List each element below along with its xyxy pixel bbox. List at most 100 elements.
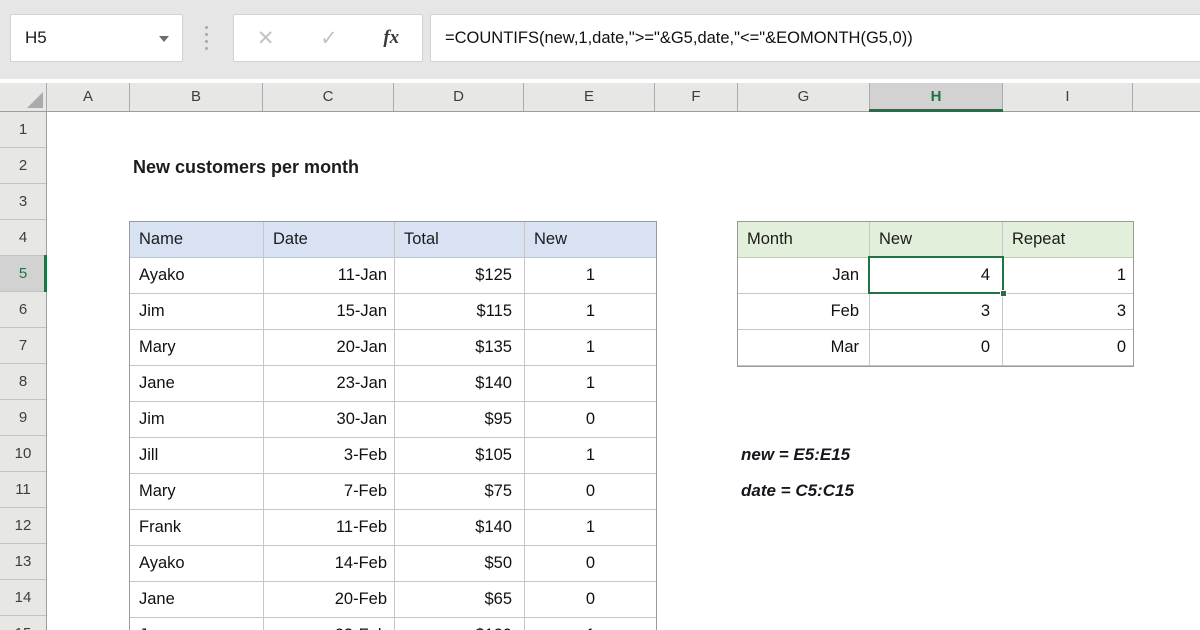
row-header-6[interactable]: 6 [0,292,46,328]
row-header-13[interactable]: 13 [0,544,46,580]
cell-D12[interactable]: $140 [395,510,525,546]
cell-I4[interactable]: Repeat [1003,222,1133,258]
table-row: Mary7-Feb$750 [130,474,656,510]
row-header-15[interactable]: 15 [0,616,46,630]
row-header-4[interactable]: 4 [0,220,46,256]
cell-D15[interactable]: $120 [395,618,525,630]
column-header-I[interactable]: I [1003,83,1133,111]
cell-G5[interactable]: Jan [738,258,870,294]
row-header-5[interactable]: 5 [0,256,46,292]
cell-E13[interactable]: 0 [525,546,656,582]
formula-bar-grip-icon[interactable] [205,26,208,50]
cell-D8[interactable]: $140 [395,366,525,402]
cell-B5[interactable]: Ayako [130,258,264,294]
named-range-note-new: new = E5:E15 [741,437,850,473]
cell-D5[interactable]: $125 [395,258,525,294]
row-header-14[interactable]: 14 [0,580,46,616]
cell-C8[interactable]: 23-Jan [264,366,395,402]
customer-table-header-row: NameDateTotalNew [130,222,656,258]
cell-B9[interactable]: Jim [130,402,264,438]
cell-C6[interactable]: 15-Jan [264,294,395,330]
row-header-2[interactable]: 2 [0,148,46,184]
cell-I5[interactable]: 1 [1003,258,1133,294]
cell-B4[interactable]: Name [130,222,264,258]
table-row: Jim30-Jan$950 [130,402,656,438]
cell-B8[interactable]: Jane [130,366,264,402]
name-box[interactable]: H5 [10,14,183,62]
cell-E7[interactable]: 1 [525,330,656,366]
cell-I7[interactable]: 0 [1003,330,1133,366]
cell-D4[interactable]: Total [395,222,525,258]
row-header-11[interactable]: 11 [0,472,46,508]
cell-E8[interactable]: 1 [525,366,656,402]
column-header-D[interactable]: D [394,83,524,111]
cell-G6[interactable]: Feb [738,294,870,330]
cell-B15[interactable]: Jesse [130,618,264,630]
cell-C11[interactable]: 7-Feb [264,474,395,510]
formula-text: =COUNTIFS(new,1,date,">="&G5,date,"<="&E… [445,15,913,61]
column-header-A[interactable]: A [47,83,130,111]
cell-D6[interactable]: $115 [395,294,525,330]
cell-E14[interactable]: 0 [525,582,656,618]
formula-bar[interactable]: =COUNTIFS(new,1,date,">="&G5,date,"<="&E… [430,14,1200,62]
column-header-C[interactable]: C [263,83,394,111]
cell-C5[interactable]: 11-Jan [264,258,395,294]
cell-C9[interactable]: 30-Jan [264,402,395,438]
cell-C10[interactable]: 3-Feb [264,438,395,474]
column-header-F[interactable]: F [655,83,738,111]
cell-E5[interactable]: 1 [525,258,656,294]
cell-C15[interactable]: 23-Feb [264,618,395,630]
cell-C13[interactable]: 14-Feb [264,546,395,582]
cell-G7[interactable]: Mar [738,330,870,366]
cell-E6[interactable]: 1 [525,294,656,330]
row-header-3[interactable]: 3 [0,184,46,220]
row-header-8[interactable]: 8 [0,364,46,400]
cell-I6[interactable]: 3 [1003,294,1133,330]
cell-E4[interactable]: New [525,222,656,258]
cell-B14[interactable]: Jane [130,582,264,618]
cell-H6[interactable]: 3 [870,294,1003,330]
table-row: Jane20-Feb$650 [130,582,656,618]
cell-D13[interactable]: $50 [395,546,525,582]
cell-B6[interactable]: Jim [130,294,264,330]
cell-G4[interactable]: Month [738,222,870,258]
cell-E9[interactable]: 0 [525,402,656,438]
formula-bar-buttons: ✕ ✓ fx [233,14,423,62]
cell-H5[interactable]: 4 [870,258,1003,294]
cell-B11[interactable]: Mary [130,474,264,510]
select-all-button[interactable] [0,83,47,111]
cell-D11[interactable]: $75 [395,474,525,510]
cell-D14[interactable]: $65 [395,582,525,618]
cell-B12[interactable]: Frank [130,510,264,546]
cell-C4[interactable]: Date [264,222,395,258]
row-header-10[interactable]: 10 [0,436,46,472]
cell-C14[interactable]: 20-Feb [264,582,395,618]
row-header-1[interactable]: 1 [0,112,46,148]
cell-E11[interactable]: 0 [525,474,656,510]
insert-function-icon[interactable]: fx [383,27,399,49]
cell-B10[interactable]: Jill [130,438,264,474]
cell-D10[interactable]: $105 [395,438,525,474]
cancel-icon[interactable]: ✕ [257,26,275,51]
name-box-dropdown-icon[interactable] [159,36,169,42]
cell-H4[interactable]: New [870,222,1003,258]
cell-E12[interactable]: 1 [525,510,656,546]
column-header-H[interactable]: H [870,83,1003,111]
row-header-12[interactable]: 12 [0,508,46,544]
cell-E10[interactable]: 1 [525,438,656,474]
cell-E15[interactable]: 1 [525,618,656,630]
cell-D7[interactable]: $135 [395,330,525,366]
named-range-note-date: date = C5:C15 [741,473,854,509]
cell-B7[interactable]: Mary [130,330,264,366]
cell-H7[interactable]: 0 [870,330,1003,366]
cell-D9[interactable]: $95 [395,402,525,438]
column-header-E[interactable]: E [524,83,655,111]
cell-B13[interactable]: Ayako [130,546,264,582]
enter-icon[interactable]: ✓ [320,26,338,51]
row-header-7[interactable]: 7 [0,328,46,364]
column-header-B[interactable]: B [130,83,263,111]
column-header-G[interactable]: G [738,83,870,111]
row-header-9[interactable]: 9 [0,400,46,436]
cell-C7[interactable]: 20-Jan [264,330,395,366]
cell-C12[interactable]: 11-Feb [264,510,395,546]
